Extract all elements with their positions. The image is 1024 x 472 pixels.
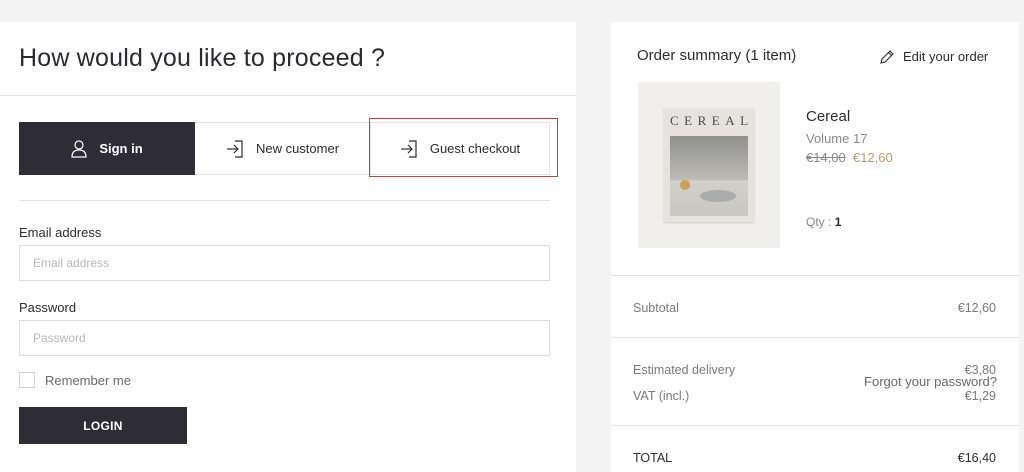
password-field[interactable] xyxy=(19,320,550,356)
product-quantity: Qty : 1 xyxy=(806,215,841,229)
magazine-cover-title: CEREAL xyxy=(670,113,754,128)
order-summary-title: Order summary (1 item) xyxy=(637,47,797,64)
remember-me[interactable]: Remember me xyxy=(19,372,131,388)
product-variant: Volume 17 xyxy=(806,131,868,146)
magazine-cover-plate xyxy=(700,190,736,202)
subtotal-label: Subtotal xyxy=(633,301,679,315)
product-sale-price: €12,60 xyxy=(853,150,893,165)
guest-checkout-highlight xyxy=(369,118,558,177)
email-label: Email address xyxy=(19,225,102,240)
pencil-icon xyxy=(880,49,894,64)
remember-me-checkbox[interactable] xyxy=(19,372,35,388)
divider xyxy=(19,200,550,201)
magazine-cover: CEREAL xyxy=(664,108,754,222)
divider xyxy=(0,95,576,96)
divider xyxy=(611,337,1019,338)
remember-me-label: Remember me xyxy=(45,372,131,388)
quantity-value: 1 xyxy=(834,215,842,229)
tab-label: Sign in xyxy=(99,141,143,156)
product-image[interactable]: CEREAL xyxy=(638,82,780,248)
user-icon xyxy=(71,139,87,158)
total-label: TOTAL xyxy=(633,451,673,465)
magazine-cover-photo xyxy=(670,136,748,216)
quantity-label: Qty : xyxy=(806,215,832,229)
product-name[interactable]: Cereal xyxy=(806,108,850,125)
tab-new-customer[interactable]: New customer xyxy=(195,122,371,175)
arrow-into-box-icon xyxy=(226,139,244,158)
delivery-label: Estimated delivery xyxy=(633,363,736,377)
subtotal-value: €12,60 xyxy=(957,301,996,315)
vat-row: VAT (incl.) €1,29 xyxy=(633,389,996,403)
divider xyxy=(611,425,1019,426)
password-label: Password xyxy=(19,300,77,315)
delivery-value: €3,80 xyxy=(964,363,996,377)
subtotal-row: Subtotal €12,60 xyxy=(633,301,996,315)
tab-label: New customer xyxy=(255,141,340,156)
divider xyxy=(611,275,1019,276)
magazine-cover-fruit xyxy=(680,180,690,190)
vat-value: €1,29 xyxy=(964,389,996,403)
total-row: TOTAL €16,40 xyxy=(633,451,996,465)
email-field[interactable] xyxy=(19,245,550,281)
total-value: €16,40 xyxy=(957,451,996,465)
login-button[interactable]: LOGIN xyxy=(19,407,187,444)
product-original-price: €14,00 xyxy=(806,150,846,165)
tab-sign-in[interactable]: Sign in xyxy=(19,122,195,175)
edit-order-link[interactable]: Edit your order xyxy=(880,49,988,64)
delivery-row: Estimated delivery €3,80 xyxy=(633,363,996,377)
vat-label: VAT (incl.) xyxy=(633,389,690,403)
page-title: How would you like to proceed ? xyxy=(19,44,386,72)
edit-order-label: Edit your order xyxy=(903,49,989,64)
